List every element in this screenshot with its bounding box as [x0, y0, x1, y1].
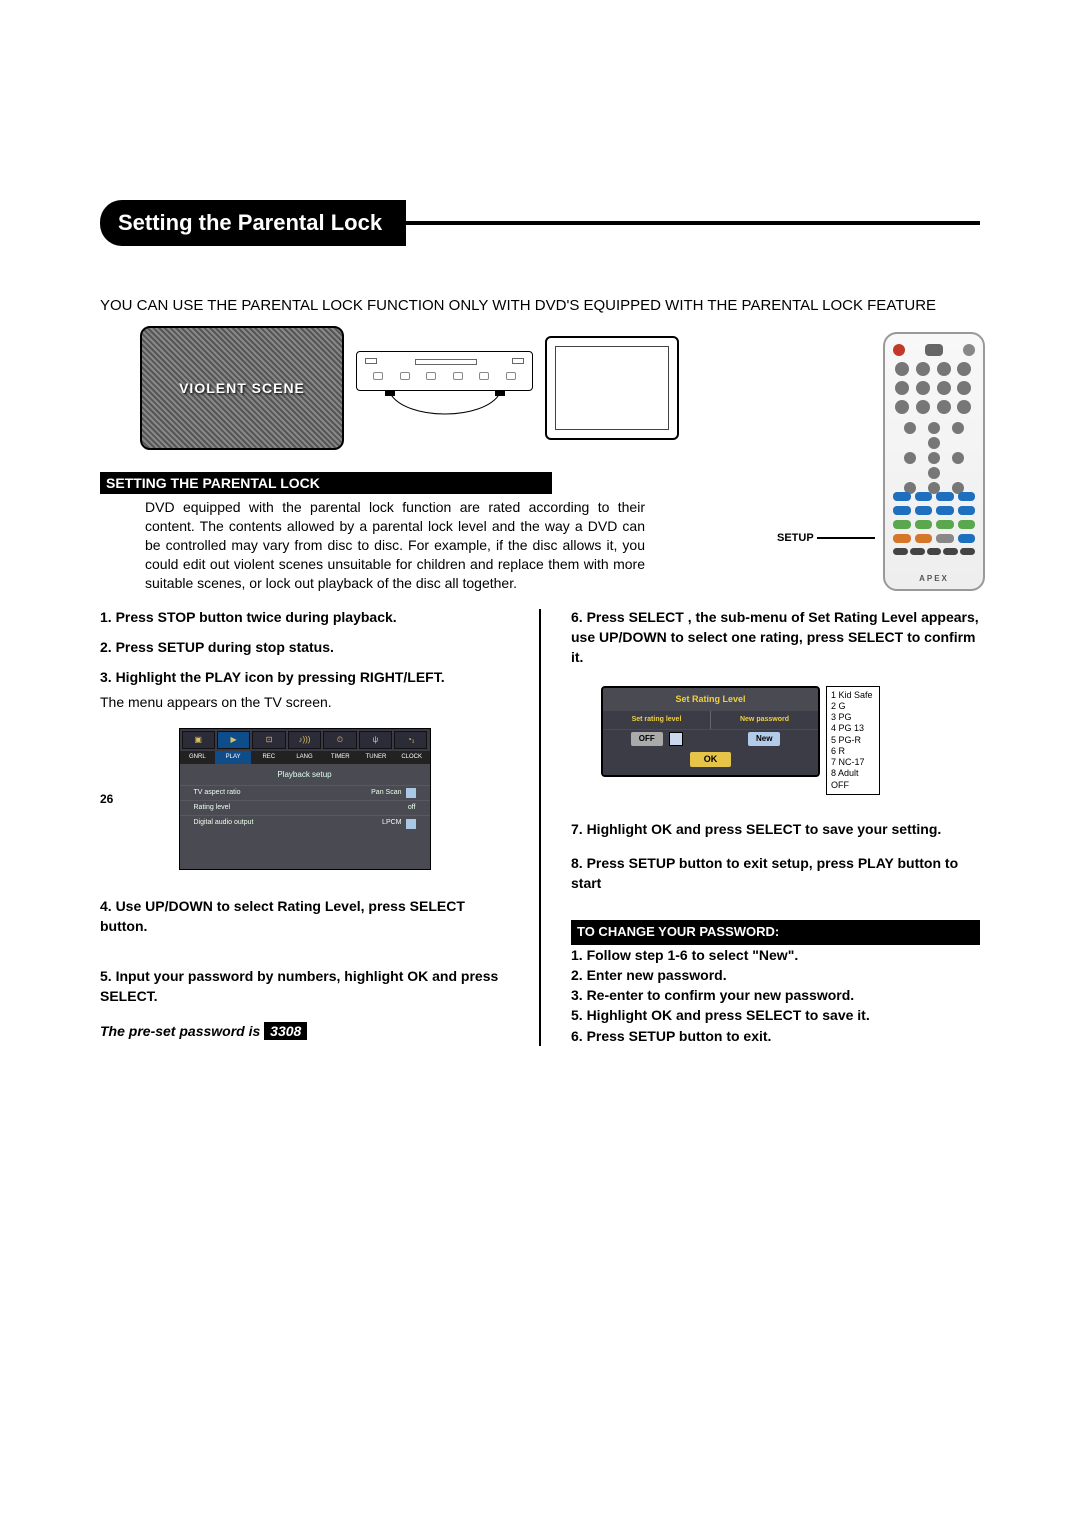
section-body: DVD equipped with the parental lock func… [145, 498, 645, 592]
change-password-heading: TO CHANGE YOUR PASSWORD: [571, 920, 980, 945]
left-column: 1. Press STOP button twice during playba… [100, 607, 509, 1041]
change-step-5: 5. Highlight OK and press SELECT to save… [571, 1007, 870, 1023]
preset-password-line: The pre-set password is 3308 [100, 1021, 509, 1041]
title-row: Setting the Parental Lock [100, 200, 980, 246]
change-step-3: 3. Re-enter to confirm your new password… [571, 987, 854, 1003]
step-1: 1. Press STOP button twice during playba… [100, 609, 397, 625]
dvd-player-icon [356, 351, 533, 391]
rating-osd: Set Rating Level Set rating level New pa… [601, 686, 980, 795]
step-2: 2. Press SETUP during stop status. [100, 639, 334, 655]
setup-callout-label: SETUP [777, 532, 814, 544]
page-number: 26 [100, 792, 113, 806]
remote-logo: APEX [885, 574, 983, 583]
title-rule [402, 221, 980, 225]
step-8: 8. Press SETUP button to exit setup, pre… [571, 855, 958, 891]
tv-violent-icon: VIOLENT SCENE [140, 326, 344, 450]
right-column: 6. Press SELECT , the sub-menu of Set Ra… [571, 607, 980, 1046]
remote-illustration: APEX SETUP [785, 332, 985, 632]
column-separator [539, 609, 541, 1046]
rating-list: 1 Kid Safe 2 G 3 PG 4 PG 13 5 PG-R 6 R 7… [826, 686, 880, 795]
cable-icon [385, 391, 505, 425]
setup-callout-line [817, 537, 875, 539]
step-3: 3. Highlight the PLAY icon by pressing R… [100, 669, 445, 685]
page-title: Setting the Parental Lock [100, 200, 406, 246]
change-step-2: 2. Enter new password. [571, 967, 727, 983]
preset-password-value: 3308 [264, 1022, 307, 1040]
tv-blank-icon [545, 336, 679, 440]
change-step-1: 1. Follow step 1-6 to select "New". [571, 947, 798, 963]
change-step-6: 6. Press SETUP button to exit. [571, 1028, 771, 1044]
step-7: 7. Highlight OK and press SELECT to save… [571, 821, 941, 837]
step-5: 5. Input your password by numbers, highl… [100, 968, 498, 1004]
osd-screenshot: ▣▶⊡♪)))⏲ψ◔₁ GNRLPLAYRECLANGTIMERTUNERCLO… [179, 728, 431, 870]
step-4: 4. Use UP/DOWN to select Rating Level, p… [100, 898, 465, 934]
section-heading: SETTING THE PARENTAL LOCK [100, 472, 552, 494]
intro-text: YOU CAN USE THE PARENTAL LOCK FUNCTION O… [100, 296, 980, 316]
tv-label: VIOLENT SCENE [179, 380, 305, 396]
step-3-note: The menu appears on the TV screen. [100, 692, 509, 712]
